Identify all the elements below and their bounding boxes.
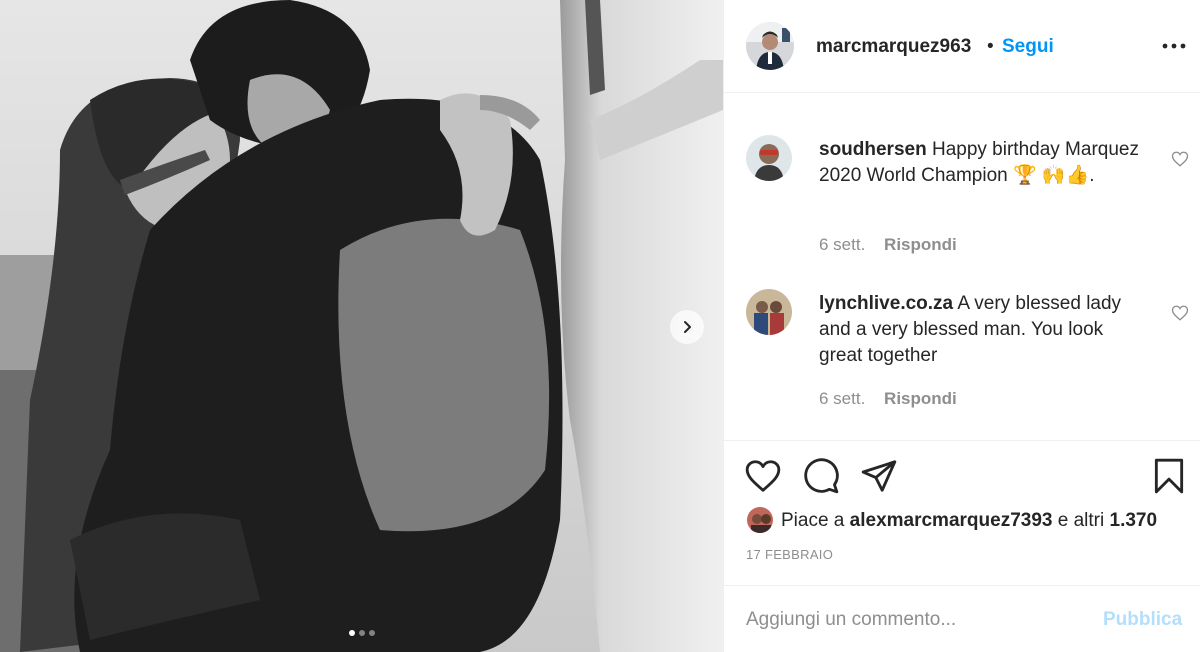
reply-button[interactable]: Rispondi <box>884 389 957 408</box>
comment-username[interactable]: soudhersen <box>819 139 927 160</box>
carousel-dot <box>358 630 365 636</box>
heart-icon[interactable] <box>1171 150 1189 168</box>
bookmark-icon[interactable] <box>1150 457 1188 495</box>
likes-count[interactable]: 1.370 <box>1110 510 1158 531</box>
commenter-avatar[interactable] <box>746 289 792 335</box>
likes-summary: Piace a alexmarcmarquez7393 e altri 1.37… <box>781 510 1157 532</box>
carousel-indicator <box>0 630 723 636</box>
commenter-avatar[interactable] <box>746 135 792 181</box>
next-photo-button[interactable] <box>670 310 704 344</box>
carousel-dot-active <box>348 630 355 636</box>
chevron-right-icon <box>684 321 691 333</box>
comments-list[interactable]: soudhersen Happy birthday Marquez 2020 W… <box>724 93 1200 440</box>
author-avatar-image <box>746 22 794 70</box>
author-avatar[interactable] <box>746 22 794 70</box>
couple-photo <box>0 0 723 652</box>
post-date[interactable]: 17 FEBBRAIO <box>746 547 833 562</box>
likes-prefix: Piace a <box>781 510 845 531</box>
heart-icon[interactable] <box>1171 304 1189 322</box>
comment-text: soudhersen Happy birthday Marquez 2020 W… <box>819 137 1149 189</box>
comment-time: 6 sett. <box>819 235 866 254</box>
heart-icon[interactable] <box>744 457 782 495</box>
liker-avatar-image <box>747 507 773 533</box>
comment-time: 6 sett. <box>819 389 866 408</box>
post-actions: Piace a alexmarcmarquez7393 e altri 1.37… <box>724 440 1200 585</box>
likes-suffix: e altri <box>1057 510 1105 531</box>
reply-button[interactable]: Rispondi <box>884 235 957 254</box>
comment-meta: 6 sett. Rispondi <box>819 235 957 255</box>
comment-text: lynchlive.co.za A very blessed lady and … <box>819 291 1149 369</box>
carousel-dot <box>368 630 375 636</box>
commenter-avatar-image <box>746 135 792 181</box>
author-username[interactable]: marcmarquez963 <box>816 36 971 58</box>
share-icon[interactable] <box>860 457 898 495</box>
post-header: marcmarquez963 • Segui <box>724 0 1200 93</box>
comment-username[interactable]: lynchlive.co.za <box>819 293 953 314</box>
follow-button[interactable]: Segui <box>1002 36 1054 58</box>
liker-username[interactable]: alexmarcmarquez7393 <box>850 510 1053 531</box>
commenter-avatar-image <box>746 289 792 335</box>
header-separator: • <box>987 36 994 57</box>
liker-avatar[interactable] <box>746 506 774 534</box>
post-photo[interactable] <box>0 0 723 652</box>
comment-meta: 6 sett. Rispondi <box>819 389 957 409</box>
post-details-panel: marcmarquez963 • Segui soudhersen Happy … <box>723 0 1200 652</box>
add-comment-bar: Pubblica <box>724 585 1200 652</box>
comment-input[interactable] <box>746 607 1086 633</box>
comment-icon[interactable] <box>802 457 840 495</box>
more-options-icon[interactable] <box>1161 34 1187 58</box>
publish-button[interactable]: Pubblica <box>1103 609 1182 631</box>
